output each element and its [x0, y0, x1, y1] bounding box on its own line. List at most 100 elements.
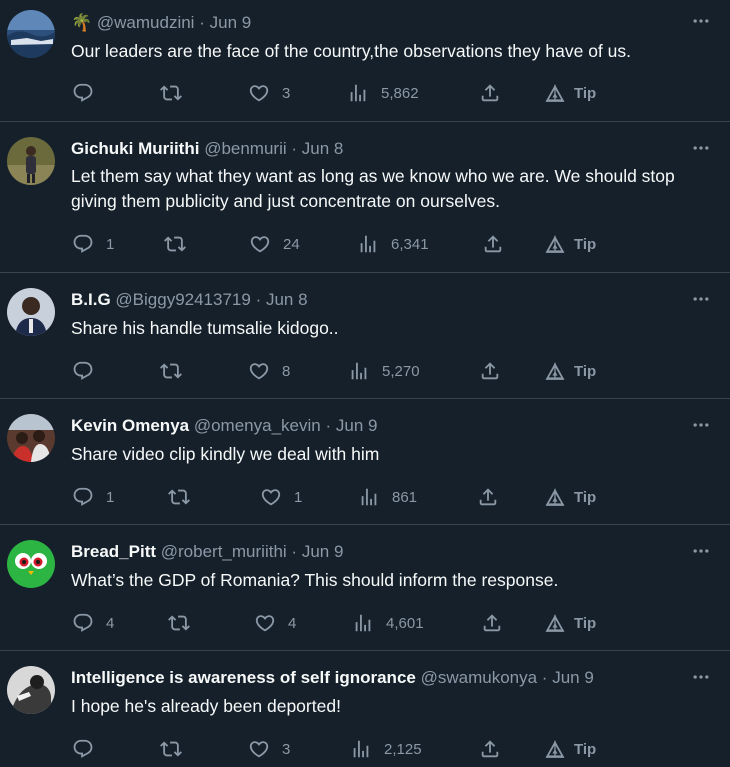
reply-icon	[72, 612, 94, 634]
more-icon[interactable]	[690, 10, 712, 32]
handle[interactable]: @robert_muriithi	[161, 542, 287, 561]
display-name[interactable]: Bread_Pitt	[71, 542, 156, 561]
views-icon	[347, 82, 369, 104]
views-button[interactable]: 6,341	[357, 232, 429, 256]
retweet-button[interactable]	[160, 81, 194, 105]
display-name[interactable]: Kevin Omenya	[71, 416, 189, 435]
handle[interactable]: @benmurii	[204, 139, 286, 158]
tweet[interactable]: B.I.G @Biggy92413719 · Jun 8 Share his h…	[0, 273, 730, 399]
handle[interactable]: @wamudzini	[97, 13, 195, 32]
tweet-date[interactable]: Jun 9	[210, 13, 252, 32]
more-icon[interactable]	[690, 666, 712, 688]
tweet[interactable]: 🌴 @wamudzini · Jun 9 Our leaders are the…	[0, 0, 730, 122]
share-button[interactable]	[477, 485, 499, 509]
view-count: 861	[392, 488, 418, 506]
tweet[interactable]: Intelligence is awareness of self ignora…	[0, 651, 730, 767]
more-icon[interactable]	[690, 540, 712, 562]
like-count: 3	[282, 740, 291, 758]
share-button[interactable]	[479, 81, 501, 105]
separator-dot: ·	[541, 668, 548, 687]
tip-button[interactable]: Tip	[544, 232, 596, 256]
reply-button[interactable]	[72, 737, 106, 761]
reply-icon	[72, 738, 94, 760]
tip-label: Tip	[574, 84, 597, 102]
like-button[interactable]: 24	[249, 232, 300, 256]
share-button[interactable]	[481, 611, 503, 635]
avatar[interactable]	[7, 137, 55, 185]
more-icon[interactable]	[690, 137, 712, 159]
tip-button[interactable]: Tip	[544, 611, 596, 635]
retweet-button[interactable]	[168, 611, 202, 635]
tweet-date[interactable]: Jun 8	[266, 290, 308, 309]
views-button[interactable]: 861	[358, 485, 417, 509]
like-button[interactable]: 4	[254, 611, 296, 635]
reply-button[interactable]	[72, 359, 106, 383]
tweet[interactable]: Gichuki Muriithi @benmurii · Jun 8 Let t…	[0, 122, 730, 273]
action-bar: 3 2,125 Tip	[0, 737, 730, 761]
tweet-header: Kevin Omenya @omenya_kevin · Jun 9	[71, 415, 377, 437]
like-button[interactable]: 3	[248, 81, 290, 105]
tip-button[interactable]: Tip	[544, 81, 596, 105]
avatar[interactable]	[7, 288, 55, 336]
reply-button[interactable]: 1	[72, 485, 114, 509]
tweet-date[interactable]: Jun 9	[552, 668, 594, 687]
more-icon[interactable]	[690, 288, 712, 310]
views-button[interactable]: 2,125	[350, 737, 422, 761]
retweet-button[interactable]	[168, 485, 202, 509]
share-button[interactable]	[479, 359, 501, 383]
retweet-button[interactable]	[160, 359, 194, 383]
share-button[interactable]	[479, 737, 501, 761]
display-name[interactable]: Gichuki Muriithi	[71, 139, 199, 158]
tweet-date[interactable]: Jun 9	[336, 416, 378, 435]
like-button[interactable]: 8	[248, 359, 290, 383]
views-button[interactable]: 4,601	[352, 611, 424, 635]
reply-button[interactable]	[72, 81, 106, 105]
tip-button[interactable]: Tip	[544, 485, 596, 509]
view-count: 4,601	[386, 614, 424, 632]
share-icon	[479, 360, 501, 382]
like-count: 8	[282, 362, 291, 380]
retweet-icon	[160, 82, 182, 104]
like-button[interactable]: 1	[260, 485, 302, 509]
avatar[interactable]	[7, 10, 55, 58]
share-button[interactable]	[482, 232, 504, 256]
tweet-header: Bread_Pitt @robert_muriithi · Jun 9	[71, 541, 343, 563]
retweet-button[interactable]	[164, 232, 198, 256]
tweet-header: Gichuki Muriithi @benmurii · Jun 8	[71, 138, 343, 160]
reply-button[interactable]: 1	[72, 232, 114, 256]
tip-button[interactable]: Tip	[544, 737, 596, 761]
action-bar: 4 4 4,601 Tip	[0, 611, 730, 635]
tip-button[interactable]: Tip	[544, 359, 596, 383]
tweet-date[interactable]: Jun 8	[302, 139, 344, 158]
views-button[interactable]: 5,270	[348, 359, 420, 383]
like-icon	[260, 486, 282, 508]
display-name[interactable]: Intelligence is awareness of self ignora…	[71, 668, 416, 687]
retweet-button[interactable]	[160, 737, 194, 761]
tweet[interactable]: Kevin Omenya @omenya_kevin · Jun 9 Share…	[0, 399, 730, 525]
reply-button[interactable]: 4	[72, 611, 114, 635]
like-button[interactable]: 3	[248, 737, 290, 761]
handle[interactable]: @Biggy92413719	[115, 290, 250, 309]
tip-icon	[544, 360, 566, 382]
action-bar: 1 24 6,341 Tip	[0, 232, 730, 256]
handle[interactable]: @swamukonya	[421, 668, 537, 687]
more-icon[interactable]	[690, 414, 712, 436]
avatar[interactable]	[7, 540, 55, 588]
view-count: 2,125	[384, 740, 422, 758]
tweet-header: B.I.G @Biggy92413719 · Jun 8	[71, 289, 308, 311]
like-icon	[249, 233, 271, 255]
avatar[interactable]	[7, 666, 55, 714]
tweet[interactable]: Bread_Pitt @robert_muriithi · Jun 9 What…	[0, 525, 730, 651]
tip-icon	[544, 738, 566, 760]
display-name[interactable]: B.I.G	[71, 290, 111, 309]
avatar[interactable]	[7, 414, 55, 462]
like-count: 4	[288, 614, 297, 632]
tweet-text: What’s the GDP of Romania? This should i…	[71, 570, 559, 590]
like-icon	[248, 360, 270, 382]
handle[interactable]: @omenya_kevin	[194, 416, 321, 435]
views-button[interactable]: 5,862	[347, 81, 419, 105]
separator-dot: ·	[325, 416, 332, 435]
tweet-date[interactable]: Jun 9	[302, 542, 344, 561]
action-bar: 8 5,270 Tip	[0, 359, 730, 383]
tip-label: Tip	[574, 740, 597, 758]
